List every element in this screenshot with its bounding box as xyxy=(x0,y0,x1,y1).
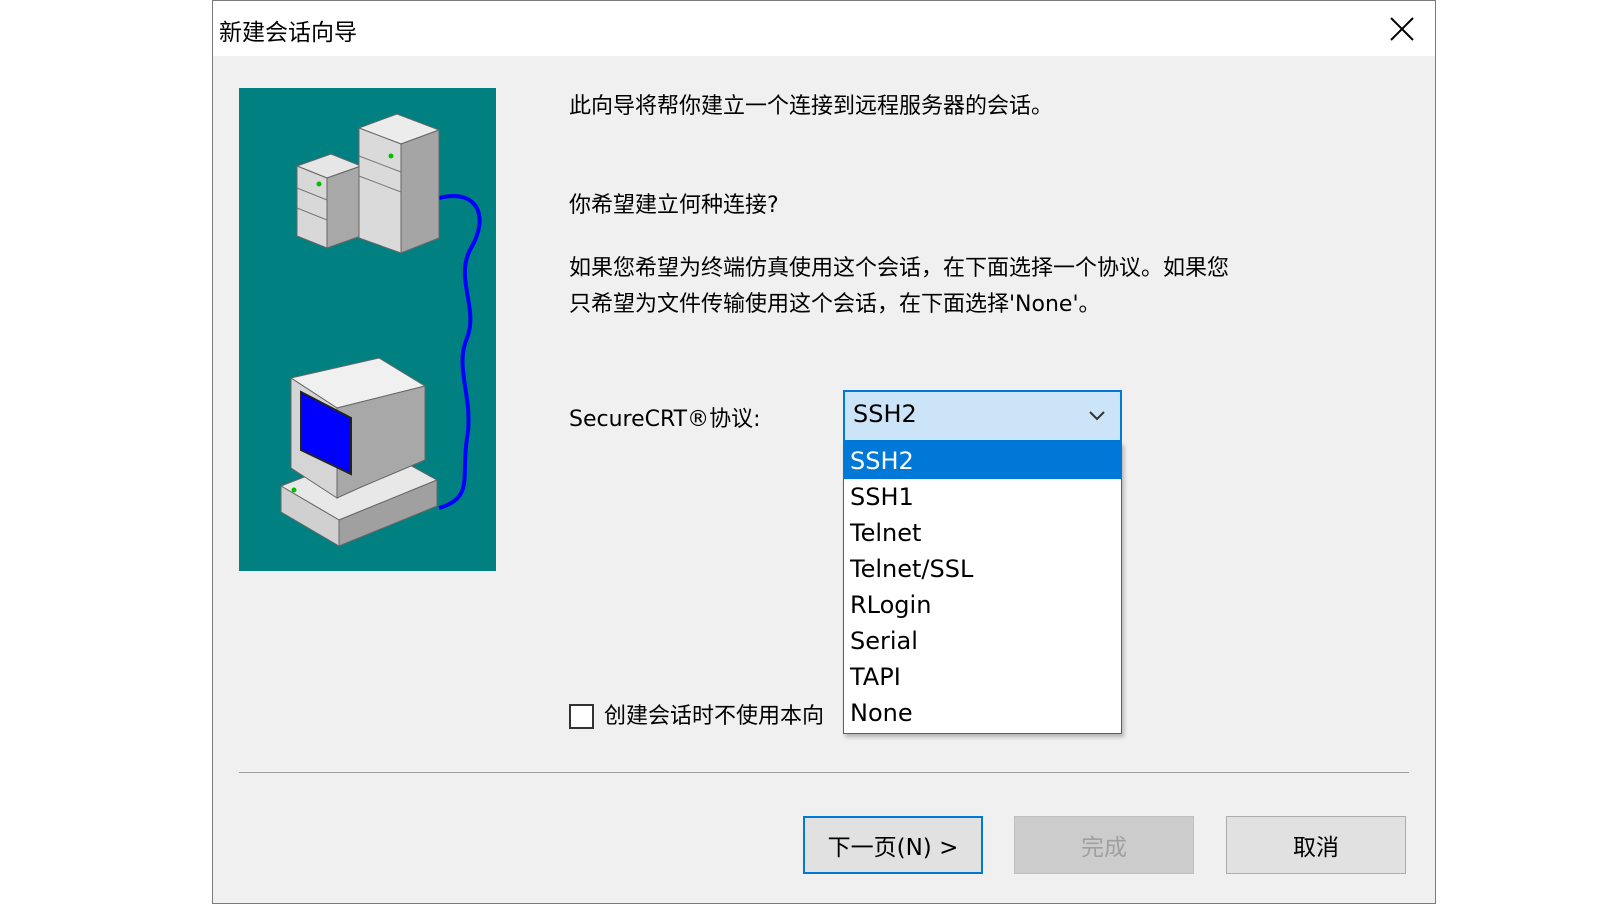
network-cable-icon xyxy=(438,194,482,510)
protocol-option-ssh2[interactable]: SSH2 xyxy=(844,443,1121,479)
computer-icon xyxy=(279,357,439,547)
protocol-option-serial[interactable]: Serial xyxy=(844,623,1121,659)
cancel-button[interactable]: 取消 xyxy=(1226,816,1406,874)
explanation-text: 如果您希望为终端仿真使用这个会话，在下面选择一个协议。如果您 只希望为文件传输使… xyxy=(569,251,1349,323)
protocol-option-none[interactable]: None xyxy=(844,695,1121,731)
title-bar: 新建会话向导 xyxy=(213,1,1435,56)
protocol-select[interactable]: SSH2 xyxy=(843,390,1122,442)
explanation-line-1: 如果您希望为终端仿真使用这个会话，在下面选择一个协议。如果您 xyxy=(569,256,1230,281)
intro-text: 此向导将帮你建立一个连接到远程服务器的会话。 xyxy=(569,94,1054,119)
protocol-option-tapi[interactable]: TAPI xyxy=(844,659,1121,695)
divider xyxy=(239,772,1409,773)
close-icon xyxy=(1390,16,1414,41)
protocol-select-value: SSH2 xyxy=(853,400,917,428)
window-title: 新建会话向导 xyxy=(219,20,357,46)
next-button[interactable]: 下一页(N) > xyxy=(803,816,983,874)
protocol-label: SecureCRT®协议: xyxy=(569,407,761,432)
protocol-option-rlogin[interactable]: RLogin xyxy=(844,587,1121,623)
new-session-wizard-dialog: 新建会话向导 此向导将帮你建立一个连接到远程服务器的会话。 你希望建立何种连接?… xyxy=(212,0,1436,904)
skip-wizard-label[interactable]: 创建会话时不使用本向 xyxy=(604,700,844,734)
protocol-option-ssh1[interactable]: SSH1 xyxy=(844,479,1121,515)
server-icon xyxy=(357,113,441,254)
server-icon xyxy=(295,153,363,249)
chevron-down-icon xyxy=(1089,411,1105,421)
close-button[interactable] xyxy=(1369,1,1435,56)
protocol-option-telnet[interactable]: Telnet xyxy=(844,515,1121,551)
explanation-line-2: 只希望为文件传输使用这个会话，在下面选择'None'。 xyxy=(569,292,1101,317)
skip-wizard-checkbox[interactable] xyxy=(569,704,594,729)
wizard-illustration xyxy=(239,88,496,571)
finish-button[interactable]: 完成 xyxy=(1014,816,1194,874)
protocol-dropdown-list: SSH2 SSH1 Telnet Telnet/SSL RLogin Seria… xyxy=(843,442,1122,734)
question-text: 你希望建立何种连接? xyxy=(569,193,779,218)
protocol-option-telnet-ssl[interactable]: Telnet/SSL xyxy=(844,551,1121,587)
